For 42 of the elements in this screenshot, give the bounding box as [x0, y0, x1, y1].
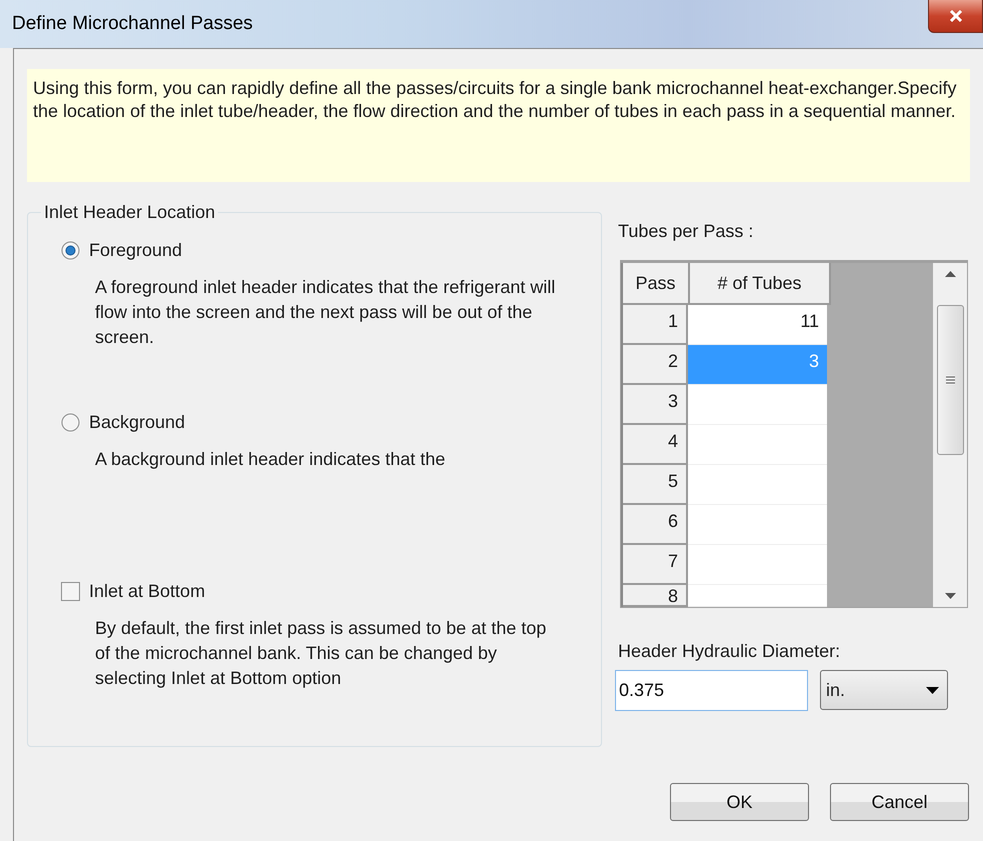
info-text: Using this form, you can rapidly define all the passes/circuits for a single bank microchannel heat-exchanger.Specify the location of the inlet tube/header, the flow direction and the number of tubes in each pass in a sequential manner. [33, 77, 958, 123]
window-title: Define Microchannel Passes [12, 13, 253, 35]
pass-number: 2 [623, 345, 688, 385]
pass-number: 1 [623, 305, 688, 345]
tubes-cell[interactable]: 11 [688, 305, 827, 345]
field-label: Header Hydraulic Diameter: [618, 641, 842, 662]
tubes-cell[interactable] [688, 585, 827, 607]
scrollbar[interactable] [933, 263, 967, 607]
option-label[interactable]: Inlet at Bottom [89, 580, 206, 602]
tubes-cell[interactable] [688, 385, 827, 425]
group-title: Inlet Header Location [43, 202, 216, 223]
option-label[interactable]: Background [89, 412, 186, 432]
dialog-button[interactable]: OK [670, 783, 809, 821]
pass-number: 8 [623, 585, 688, 607]
unit-dropdown[interactable]: in. [820, 670, 948, 710]
caret-icon [926, 686, 939, 694]
checkbox[interactable] [61, 582, 80, 600]
pass-number: 3 [623, 385, 688, 425]
tubes-cell[interactable] [688, 425, 827, 465]
radio-button[interactable] [61, 412, 80, 432]
close-icon [948, 10, 962, 22]
option-description: A foreground inlet header indicates that the refrigerant will flow into the screen and the next pass will be out of the screen. [95, 276, 556, 349]
option-label[interactable]: Foreground [89, 240, 182, 260]
pass-number: 4 [623, 425, 688, 465]
option-description: A background inlet header indicates that the [95, 448, 446, 471]
option-description: By default, the first inlet pass is assumed to be at the top of the microchannel bank. This can be changed by selecting Inlet at Bottom option [95, 617, 548, 690]
diameter-field[interactable]: 0.375 [615, 670, 808, 711]
pass-number: 5 [623, 465, 688, 505]
pass-number: 7 [623, 545, 688, 585]
column-header: Pass [623, 263, 690, 303]
tubes-cell[interactable] [688, 545, 827, 585]
column-header: # of Tubes [690, 263, 831, 303]
close-button[interactable] [928, 0, 983, 33]
section-label: Tubes per Pass : [618, 221, 754, 242]
scrollbar-thumb[interactable] [936, 305, 964, 455]
tubes-cell[interactable] [688, 465, 827, 505]
dialog-button[interactable]: Cancel [830, 783, 969, 821]
scroll-up-icon[interactable] [944, 271, 956, 277]
pass-number: 6 [623, 505, 688, 545]
tubes-cell[interactable] [688, 505, 827, 545]
radio-button[interactable] [61, 240, 80, 260]
scroll-down-icon[interactable] [944, 593, 956, 599]
